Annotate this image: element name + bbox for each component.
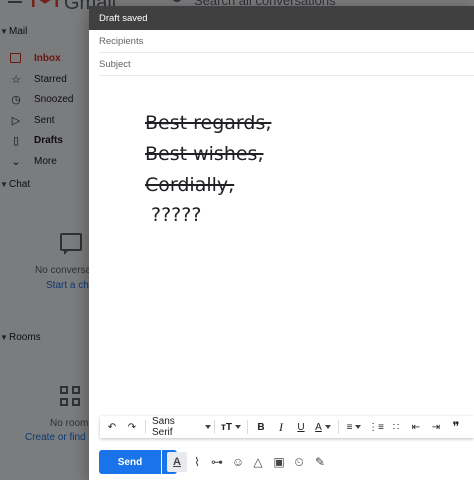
quote-icon[interactable]: ❞	[446, 416, 466, 438]
compose-header[interactable]: Draft saved	[89, 6, 474, 30]
bold-button[interactable]: B	[251, 416, 271, 438]
emoji-icon[interactable]: ☺	[228, 452, 248, 472]
divider	[145, 420, 146, 434]
chevron-down-icon	[205, 425, 211, 429]
draft-status: Draft saved	[99, 12, 148, 24]
body-line: ?????	[151, 204, 202, 226]
numbered-list-icon[interactable]: ⋮≡	[366, 416, 386, 438]
text-color-button[interactable]: A	[311, 416, 335, 438]
align-left-icon: ≡	[346, 421, 353, 433]
body-line: Cordially,	[145, 174, 235, 196]
redo-icon[interactable]: ↷	[122, 416, 142, 438]
drive-icon[interactable]: △	[248, 452, 268, 472]
indent-more-icon[interactable]: ⇥	[426, 416, 446, 438]
bulleted-list-icon[interactable]: ∷	[386, 416, 406, 438]
confidential-mode-icon[interactable]: ⏲	[289, 452, 309, 472]
text-color-icon: A	[315, 421, 322, 433]
insert-link-icon[interactable]: ⊶	[207, 452, 227, 472]
font-family-select[interactable]: Sans Serif	[149, 416, 211, 438]
indent-less-icon[interactable]: ⇤	[406, 416, 426, 438]
formatting-options-icon[interactable]: A	[167, 452, 187, 472]
send-button[interactable]: Send	[99, 450, 161, 474]
chevron-down-icon	[355, 425, 362, 429]
undo-icon[interactable]: ↶	[102, 416, 122, 438]
chevron-down-icon	[235, 425, 241, 429]
body-line: Best regards,	[145, 112, 272, 134]
compose-window: Draft saved Recipients Subject Best rega…	[89, 6, 474, 480]
chevron-down-icon	[324, 425, 331, 429]
divider	[247, 420, 248, 434]
insert-photo-icon[interactable]: ▣	[269, 452, 289, 472]
formatting-toolbar: ↶ ↷ Sans Serif тT B I U A ≡ ⋮≡ ∷ ⇤ ⇥ ❞	[100, 416, 474, 438]
body-line: Best wishes,	[145, 143, 264, 165]
font-size-button[interactable]: тT	[218, 416, 244, 438]
subject-placeholder: Subject	[99, 58, 131, 70]
message-body[interactable]: Best regards, Best wishes, Cordially, ??…	[89, 100, 474, 400]
italic-button[interactable]: I	[271, 416, 291, 438]
divider	[338, 420, 339, 434]
underline-button[interactable]: U	[291, 416, 311, 438]
recipients-field[interactable]: Recipients	[99, 30, 474, 53]
subject-field[interactable]: Subject	[99, 53, 474, 76]
font-size-icon: тT	[220, 421, 232, 433]
recipients-placeholder: Recipients	[99, 35, 144, 47]
divider	[214, 420, 215, 434]
signature-icon[interactable]: ✎	[310, 452, 330, 472]
font-family-label: Sans Serif	[152, 416, 175, 438]
align-button[interactable]: ≡	[342, 416, 366, 438]
attach-file-icon[interactable]: ⌇	[187, 452, 207, 472]
